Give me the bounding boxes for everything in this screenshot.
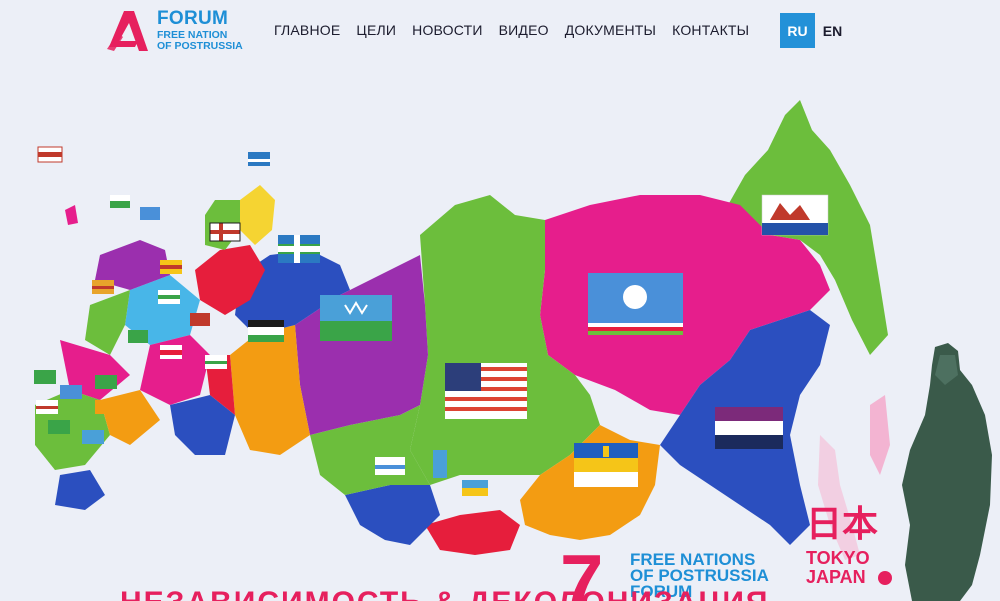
siberia-flag	[445, 363, 527, 419]
nav-goals[interactable]: ЦЕЛИ	[356, 21, 396, 39]
komi-flag	[278, 235, 320, 263]
yugra-flag	[320, 295, 392, 341]
logo-title: FORUM	[157, 8, 229, 29]
nav-documents[interactable]: ДОКУМЕНТЫ	[565, 21, 656, 39]
far-east-flag	[715, 407, 783, 449]
japan-kanji: 日本	[806, 504, 879, 545]
language-switcher: RU EN	[780, 13, 850, 48]
karelia-flag	[209, 222, 241, 242]
site-header: FORUM FREE NATION OF POSTRUSSIA ГЛАВНОЕ …	[0, 0, 1000, 62]
kamchatka-flag	[761, 194, 829, 236]
lang-ru-button[interactable]: RU	[780, 13, 815, 48]
forum-logo[interactable]: FORUM FREE NATION OF POSTRUSSIA	[104, 9, 244, 53]
region-chukotka-pink	[870, 395, 890, 475]
region-west-green	[85, 290, 130, 355]
region-south-orange	[100, 390, 160, 445]
kola-flag	[248, 152, 270, 166]
region-kaliningrad	[65, 205, 78, 225]
page-headline: НЕЗАВИСИМОСТЬ & ДЕКОЛОНИЗАЦИЯ	[120, 588, 769, 601]
region-kola	[240, 185, 275, 245]
region-tyva	[425, 510, 520, 555]
nav-video[interactable]: ВИДЕО	[499, 21, 549, 39]
nav-news[interactable]: НОВОСТИ	[412, 21, 482, 39]
nav-contacts[interactable]: КОНТАКТЫ	[672, 21, 749, 39]
main-nav: ГЛАВНОЕ ЦЕЛИ НОВОСТИ ВИДЕО ДОКУМЕНТЫ КОН…	[274, 21, 765, 39]
logo-mark-icon	[107, 11, 148, 51]
ingria-flag	[248, 320, 284, 342]
logo-subtitle-2: OF POSTRUSSIA	[157, 40, 243, 52]
region-altai	[345, 485, 440, 545]
nav-home[interactable]: ГЛАВНОЕ	[274, 21, 340, 39]
region-south-blue	[55, 470, 105, 510]
buryatia-flag	[574, 443, 638, 487]
sakha-flag	[588, 273, 683, 335]
lang-en-button[interactable]: EN	[815, 13, 850, 48]
